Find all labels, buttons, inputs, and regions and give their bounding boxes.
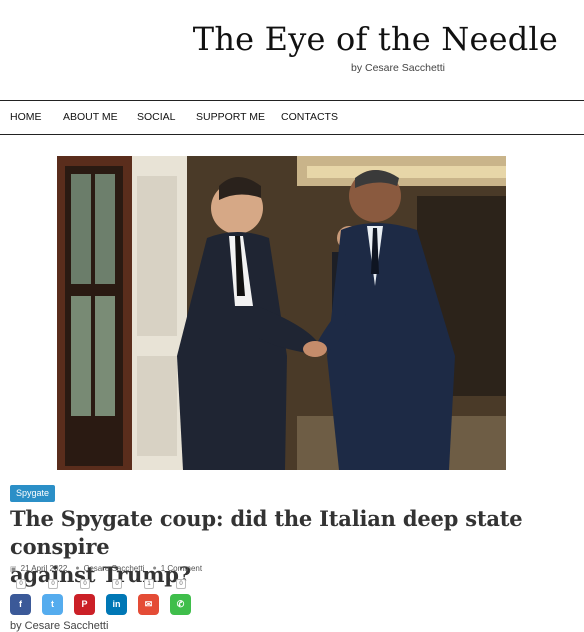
facebook-share-button[interactable]: f xyxy=(10,594,31,615)
twitter-icon: t xyxy=(51,599,54,609)
site-header: The Eye of the Needle by Cesare Sacchett… xyxy=(0,0,584,100)
linkedin-icon: in xyxy=(112,599,121,609)
twitter-share-button[interactable]: t xyxy=(42,594,63,615)
post-author[interactable]: Cesare Sacchetti xyxy=(84,564,145,573)
post-meta: ▣ 21 April 2022 ● Cesare Sacchetti ● 1 C… xyxy=(10,564,202,573)
nav-item-about-me[interactable]: ABOUT ME xyxy=(63,111,118,123)
email-share-button[interactable]: ✉ xyxy=(138,594,159,615)
user-icon: ● xyxy=(75,565,80,572)
nav-item-home[interactable]: HOME xyxy=(10,111,42,123)
nav-item-social[interactable]: SOCIAL xyxy=(137,111,176,123)
whatsapp-share-button[interactable]: ✆ xyxy=(170,594,191,615)
pinterest-icon: P xyxy=(81,599,88,609)
featured-image[interactable] xyxy=(57,156,506,470)
whatsapp-icon: ✆ xyxy=(176,599,185,609)
post-title-line-1: The Spygate coup: did the Italian deep s… xyxy=(10,506,523,559)
share-count: 0 xyxy=(16,579,26,589)
category-badge[interactable]: Spygate xyxy=(10,485,56,502)
post-title[interactable]: The Spygate coup: did the Italian deep s… xyxy=(10,505,570,589)
share-counts: 0 0 0 0 1 0 xyxy=(10,579,200,591)
share-count: 1 xyxy=(144,579,154,589)
pinterest-share-button[interactable]: P xyxy=(74,594,95,615)
post-comments[interactable]: 1 Comment xyxy=(161,564,202,573)
share-count: 0 xyxy=(80,579,90,589)
nav-item-support-me[interactable]: SUPPORT ME xyxy=(196,111,265,123)
share-count: 0 xyxy=(176,579,186,589)
linkedin-share-button[interactable]: in xyxy=(106,594,127,615)
nav-item-contacts[interactable]: CONTACTS xyxy=(281,111,338,123)
share-buttons: f t P in ✉ ✆ xyxy=(10,594,200,615)
share-count: 0 xyxy=(112,579,122,589)
share-count: 0 xyxy=(48,579,58,589)
featured-image-illustration xyxy=(57,156,506,470)
calendar-icon: ▣ xyxy=(10,565,17,573)
post-byline: by Cesare Sacchetti xyxy=(10,620,109,632)
comment-icon: ● xyxy=(152,565,157,572)
facebook-icon: f xyxy=(19,599,22,609)
email-icon: ✉ xyxy=(144,599,153,609)
site-tagline: by Cesare Sacchetti xyxy=(351,62,445,74)
post-date[interactable]: 21 April 2022 xyxy=(21,564,68,573)
site-title[interactable]: The Eye of the Needle xyxy=(193,20,558,58)
main-nav: HOME ABOUT ME SOCIAL SUPPORT ME CONTACTS xyxy=(0,100,584,135)
